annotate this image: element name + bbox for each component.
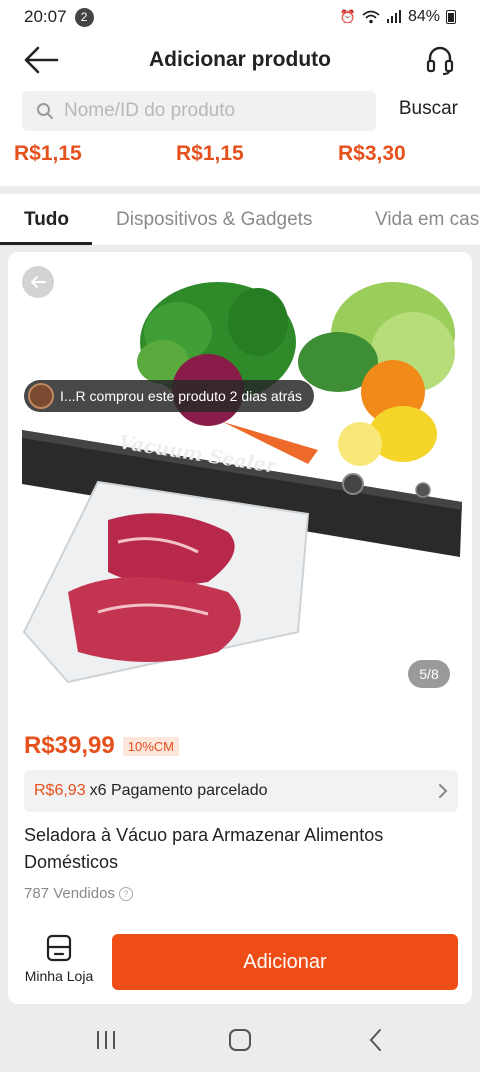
product-card: Vacuum Sealer I...R comprou este produto… (8, 252, 472, 1004)
sold-count: 787 Vendidos ? (24, 885, 133, 902)
active-tab-indicator (0, 242, 92, 245)
product-price: R$39,99 (24, 732, 115, 759)
my-store-label: Minha Loja (24, 968, 94, 984)
back-button[interactable] (22, 42, 60, 78)
category-tabs: Tudo Dispositivos & Gadgets Vida em cas (0, 194, 480, 246)
back-arrow-icon (24, 46, 59, 74)
tab-dispositivos-gadgets[interactable]: Dispositivos & Gadgets (116, 209, 312, 231)
status-bar: 20:07 2 ⏰ 84% (0, 0, 480, 34)
buyer-avatar (28, 383, 54, 409)
price-row: R$39,99 10%CM (24, 732, 179, 760)
system-back-button[interactable] (356, 1024, 396, 1056)
recent-purchase-toast: I...R comprou este produto 2 dias atrás (24, 380, 315, 412)
product-title: Seladora à Vácuo para Armazenar Alimento… (24, 825, 384, 872)
alarm-icon: ⏰ (339, 9, 356, 24)
status-icons: ⏰ 84% (340, 8, 456, 26)
installment-text: x6 Pagamento parcelado (89, 782, 268, 799)
add-button[interactable]: Adicionar (112, 934, 458, 990)
chevron-right-icon (439, 784, 448, 798)
customer-service-button[interactable] (422, 42, 458, 78)
recent-apps-button[interactable] (86, 1024, 126, 1056)
related-price[interactable]: R$3,30 (338, 142, 406, 166)
search-input[interactable] (64, 100, 354, 122)
home-button[interactable] (220, 1024, 260, 1056)
system-nav-bar (0, 1004, 480, 1072)
image-counter: 5/8 (408, 660, 450, 688)
sold-count-text: 787 Vendidos (24, 885, 115, 902)
related-price[interactable]: R$1,15 (176, 142, 244, 166)
installment-amount: R$6,93 (34, 782, 86, 799)
wifi-icon (362, 10, 380, 24)
left-arrow-icon (31, 276, 46, 288)
tab-tudo[interactable]: Tudo (24, 209, 69, 231)
page-title: Adicionar produto (149, 48, 331, 71)
search-box[interactable] (22, 91, 376, 131)
help-icon[interactable]: ? (118, 886, 133, 901)
discount-badge: 10%CM (122, 736, 179, 756)
search-button[interactable]: Buscar (399, 98, 458, 120)
back-chevron-icon (369, 1029, 381, 1051)
product-image[interactable]: Vacuum Sealer I...R comprou este produto… (8, 252, 472, 714)
recent-purchase-text: I...R comprou este produto 2 dias atrás (60, 388, 303, 404)
recent-apps-icon (97, 1031, 115, 1049)
store-icon (46, 934, 72, 962)
headset-icon (426, 46, 454, 75)
header: Adicionar produto (0, 34, 480, 86)
related-price[interactable]: R$1,15 (14, 142, 82, 166)
search-row: Buscar (0, 86, 480, 138)
battery-icon (446, 10, 456, 24)
battery-level: 84% (407, 8, 440, 25)
image-back-button[interactable] (22, 266, 54, 298)
signal-icon (386, 10, 401, 23)
related-prices: R$1,15 R$1,15 R$3,30 (0, 138, 480, 186)
tab-vida-em-casa[interactable]: Vida em cas (375, 209, 479, 231)
notification-badge: 2 (74, 7, 94, 27)
product-photo: Vacuum Sealer (22, 282, 462, 684)
my-store-button[interactable]: Minha Loja (24, 934, 94, 994)
installment-row[interactable]: R$6,93 x6 Pagamento parcelado (24, 770, 458, 812)
status-time: 20:07 (24, 7, 67, 26)
search-icon (37, 103, 53, 119)
home-icon (229, 1029, 251, 1051)
